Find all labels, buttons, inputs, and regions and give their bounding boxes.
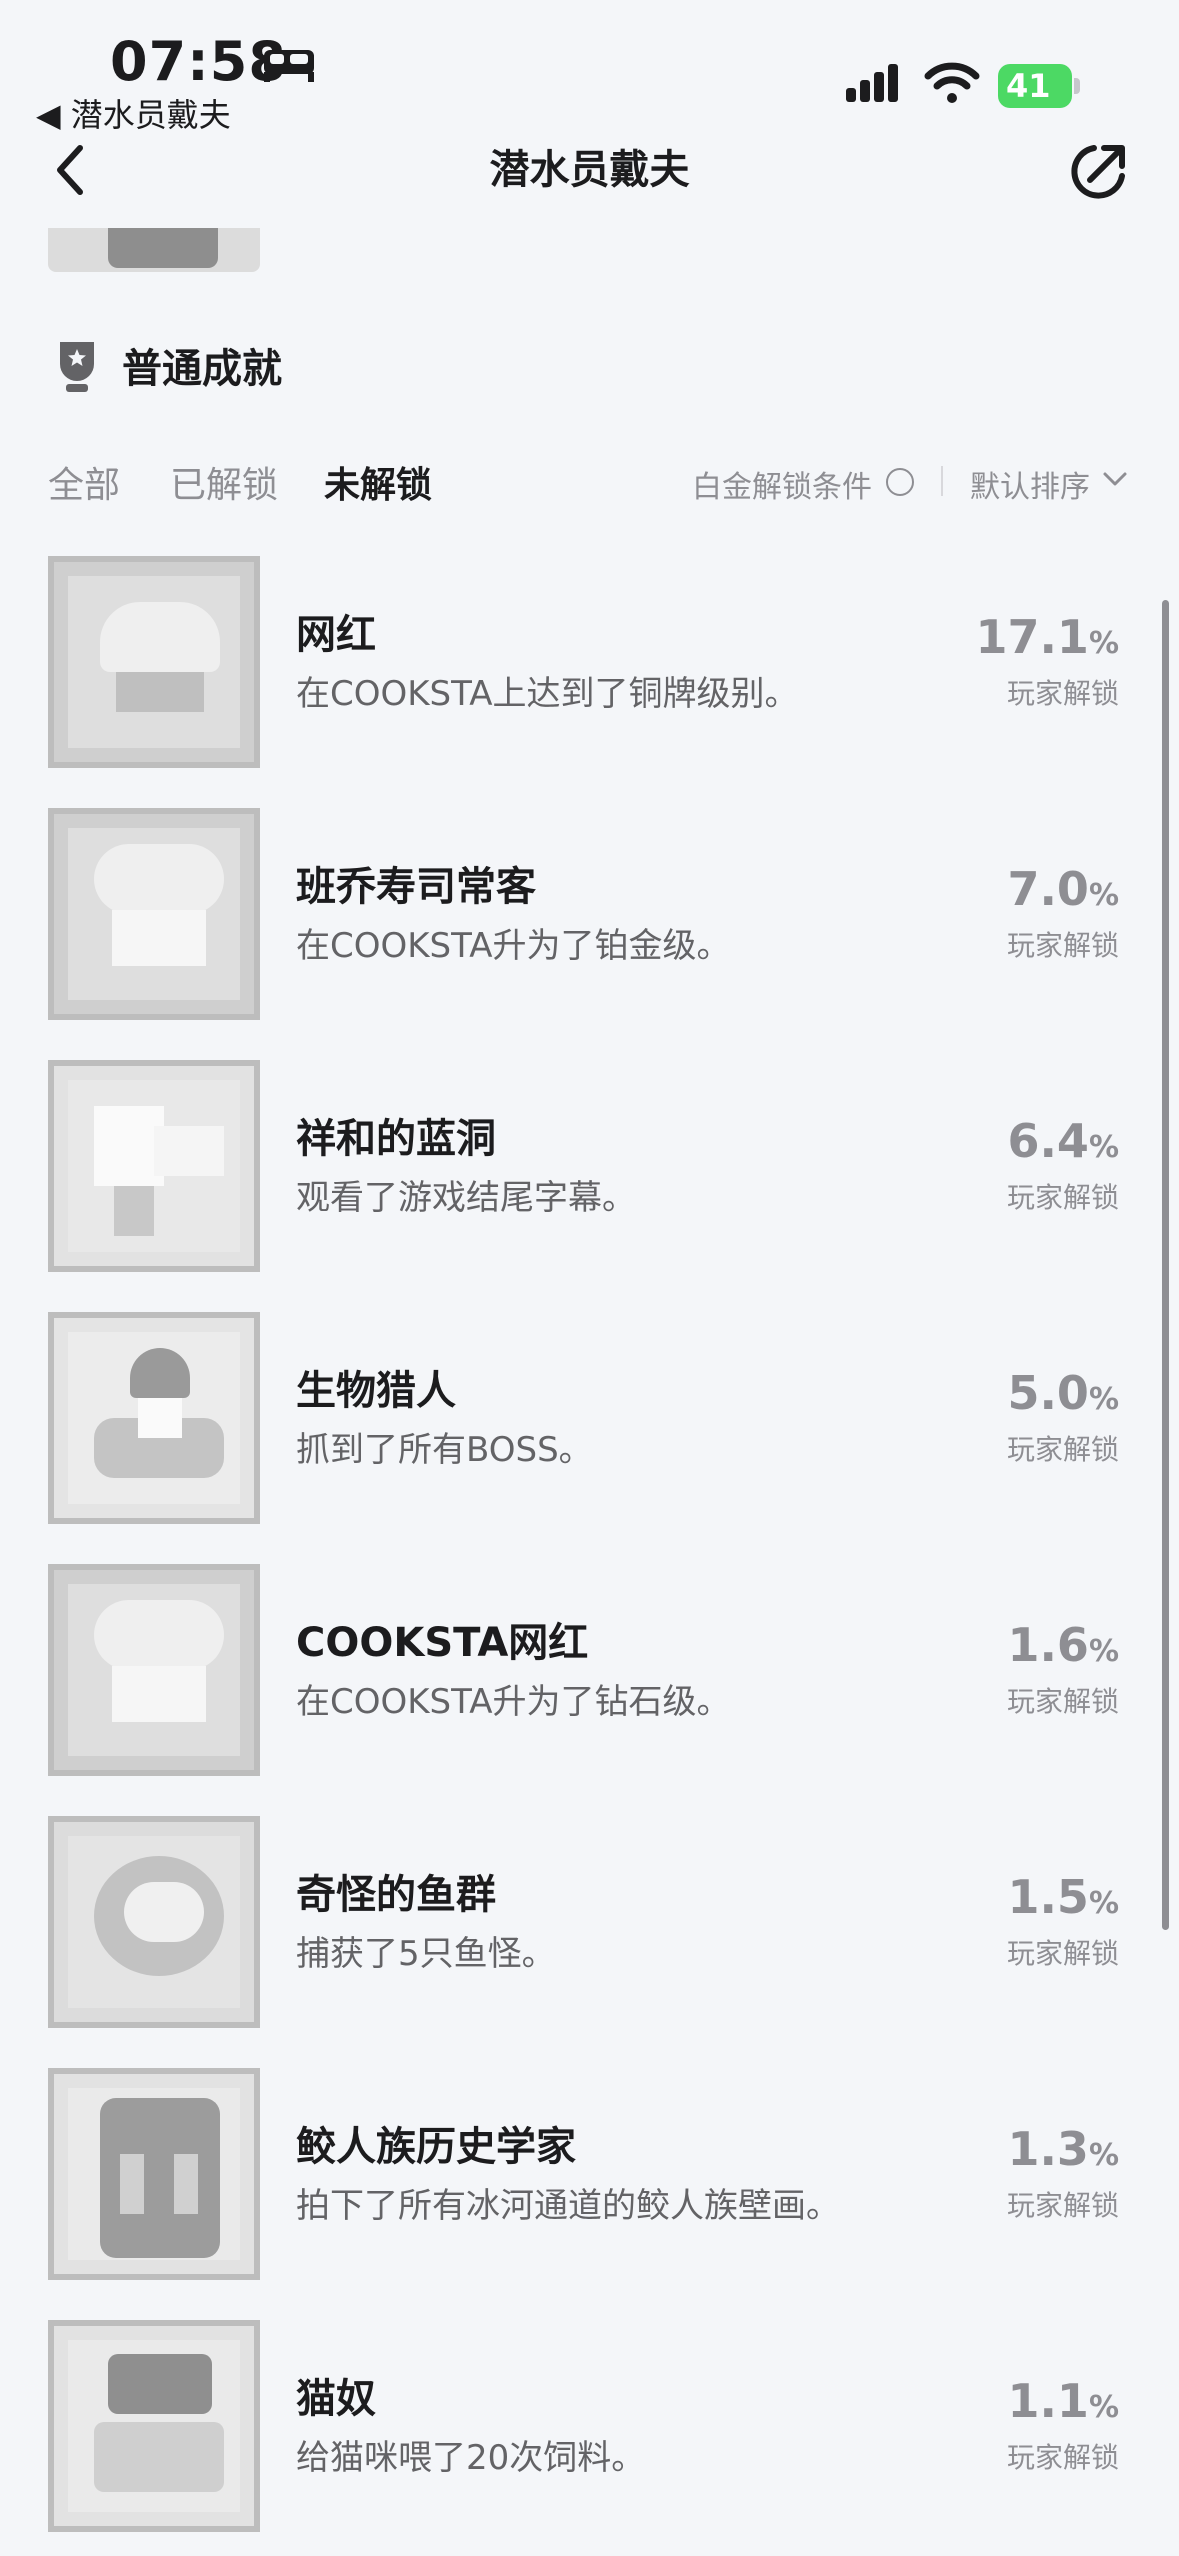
achievement-item[interactable]: 奇怪的鱼群 捕获了5只鱼怪。 1.5% 玩家解锁	[0, 1816, 1179, 2028]
achievement-description: 捕获了5只鱼怪。	[296, 1934, 556, 1974]
achievement-description: 拍下了所有冰河通道的鲛人族壁画。	[296, 2186, 840, 2226]
divider	[941, 466, 943, 496]
unlock-percentage: 17.1%	[975, 610, 1119, 664]
wifi-icon	[924, 62, 980, 103]
achievement-badge-image	[48, 1816, 260, 2028]
unlock-caption: 玩家解锁	[1006, 2441, 1119, 2474]
tab-all[interactable]: 全部	[48, 456, 120, 508]
page-title: 潜水员戴夫	[489, 147, 690, 193]
achievement-description: 在COOKSTA升为了铂金级。	[296, 926, 731, 966]
achievement-item[interactable]: COOKSTA网红 在COOKSTA升为了钻石级。 1.6% 玩家解锁	[0, 1564, 1179, 1776]
sleep-focus-icon	[264, 50, 314, 82]
achievement-badge-image	[48, 1312, 260, 1524]
achievement-item[interactable]: 鲛人族历史学家 拍下了所有冰河通道的鲛人族壁画。 1.3% 玩家解锁	[0, 2068, 1179, 2280]
achievement-description: 给猫咪喂了20次饲料。	[296, 2438, 646, 2478]
unlock-percentage: 6.4%	[1007, 1114, 1119, 1168]
achievement-name: 网红	[296, 612, 376, 658]
achievement-description: 抓到了所有BOSS。	[296, 1430, 593, 1470]
unlock-percentage: 1.6%	[1007, 1618, 1119, 1672]
achievement-badge-image	[48, 808, 260, 1020]
achievement-description: 观看了游戏结尾字幕。	[296, 1178, 636, 1218]
achievement-name: 奇怪的鱼群	[296, 1872, 496, 1918]
unlock-percentage: 1.5%	[1007, 1870, 1119, 1924]
battery-indicator: 41	[998, 64, 1072, 108]
achievement-badge-image	[48, 2068, 260, 2280]
status-bar: 07:58 ◀ 潜水员戴夫 41	[0, 0, 1179, 140]
achievement-description: 在COOKSTA上达到了铜牌级别。	[296, 674, 799, 714]
unlock-caption: 玩家解锁	[1006, 1937, 1119, 1970]
scroll-indicator[interactable]	[1162, 600, 1169, 1930]
achievement-item[interactable]: 祥和的蓝洞 观看了游戏结尾字幕。 6.4% 玩家解锁	[0, 1060, 1179, 1272]
unlock-caption: 玩家解锁	[1006, 2189, 1119, 2222]
chevron-down-icon[interactable]	[1102, 470, 1128, 488]
unlock-caption: 玩家解锁	[1006, 929, 1119, 962]
share-icon[interactable]	[1066, 140, 1130, 204]
achievement-description: 在COOKSTA升为了钻石级。	[296, 1682, 731, 1722]
section-title: 普通成就	[122, 346, 282, 392]
achievement-item[interactable]: 生物猎人 抓到了所有BOSS。 5.0% 玩家解锁	[0, 1312, 1179, 1524]
achievement-thumbnail-partial	[48, 228, 260, 272]
achievement-badge-image	[48, 2320, 260, 2532]
trophy-icon	[60, 342, 94, 392]
sort-dropdown[interactable]: 默认排序	[970, 462, 1090, 506]
unlock-caption: 玩家解锁	[1006, 1181, 1119, 1214]
achievement-badge-image	[48, 556, 260, 768]
achievement-name: 生物猎人	[296, 1368, 456, 1414]
achievement-item[interactable]: 猫奴 给猫咪喂了20次饲料。 1.1% 玩家解锁	[0, 2320, 1179, 2532]
achievement-badge-image	[48, 1060, 260, 1272]
unlock-caption: 玩家解锁	[1006, 1685, 1119, 1718]
cellular-signal-icon	[846, 64, 898, 102]
achievement-badge-image	[48, 1564, 260, 1776]
unlock-percentage: 1.1%	[1007, 2374, 1119, 2428]
achievement-item[interactable]: 网红 在COOKSTA上达到了铜牌级别。 17.1% 玩家解锁	[0, 556, 1179, 768]
back-to-app-link[interactable]: ◀ 潜水员戴夫	[36, 90, 231, 136]
status-time: 07:58	[110, 30, 287, 93]
achievement-name: 祥和的蓝洞	[296, 1116, 496, 1162]
unlock-percentage: 7.0%	[1007, 862, 1119, 916]
unlock-caption: 玩家解锁	[1006, 1433, 1119, 1466]
battery-tip	[1074, 78, 1080, 94]
platinum-condition-label[interactable]: 白金解锁条件	[692, 462, 872, 506]
tab-unlocked[interactable]: 已解锁	[170, 456, 278, 508]
platinum-condition-toggle[interactable]	[886, 468, 914, 496]
achievement-name: COOKSTA网红	[296, 1620, 589, 1666]
unlock-percentage: 1.3%	[1007, 2122, 1119, 2176]
filter-bar: 全部 已解锁 未解锁 白金解锁条件 默认排序	[48, 456, 1138, 506]
unlock-caption: 玩家解锁	[1006, 677, 1119, 710]
achievement-name: 鲛人族历史学家	[296, 2124, 576, 2170]
tab-locked[interactable]: 未解锁	[324, 456, 432, 508]
achievement-name: 猫奴	[296, 2376, 376, 2422]
achievement-name: 班乔寿司常客	[296, 864, 536, 910]
achievement-item[interactable]: 班乔寿司常客 在COOKSTA升为了铂金级。 7.0% 玩家解锁	[0, 808, 1179, 1020]
unlock-percentage: 5.0%	[1007, 1366, 1119, 1420]
